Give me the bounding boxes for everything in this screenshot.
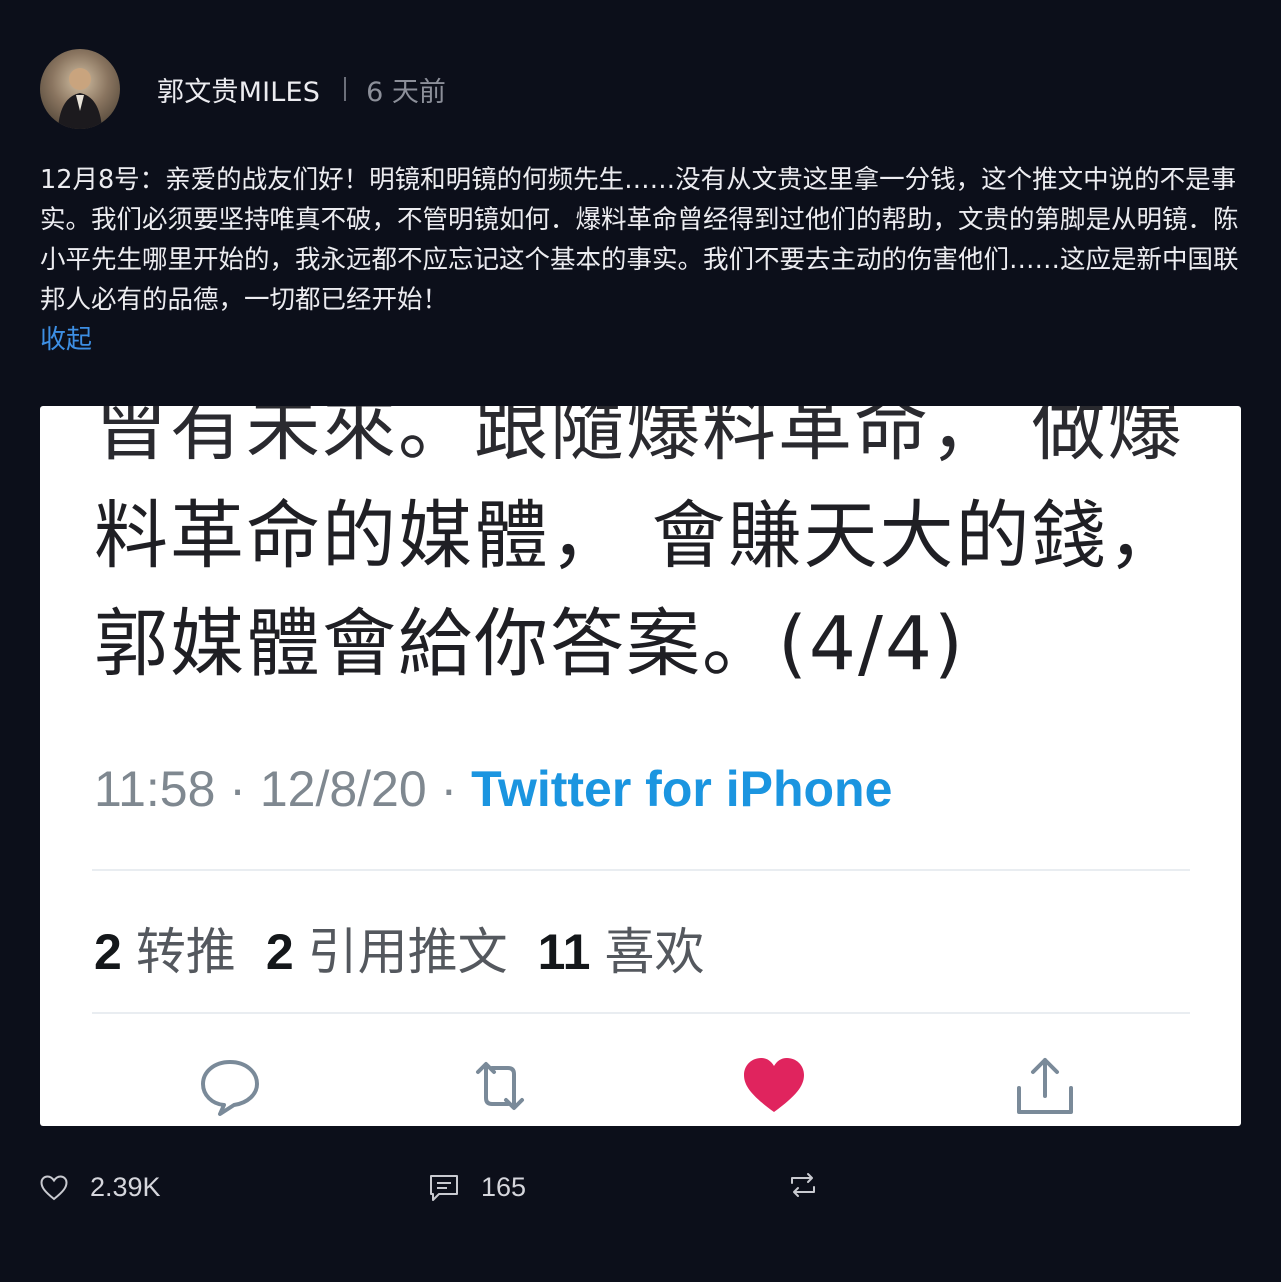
- post-image[interactable]: 曾有未來。跟隨爆料革命， 做爆 料革命的媒體， 會賺天大的錢， 郭媒體會給你答案…: [40, 406, 1241, 1126]
- avatar[interactable]: [40, 49, 120, 129]
- post-time: 6 天前: [366, 76, 446, 108]
- retweets-count: 2: [94, 924, 122, 980]
- heart-outline-icon: [40, 1174, 68, 1200]
- avatar-portrait-icon: [58, 68, 102, 129]
- tweet-source: Twitter for iPhone: [471, 761, 893, 817]
- post-footer: 2.39K 165: [0, 1160, 1281, 1220]
- likes-label: 喜欢: [604, 924, 705, 980]
- post-header: 郭文贵MILES 6 天前: [40, 49, 446, 129]
- tweet-meta: 11:58 · 12/8/20 · Twitter for iPhone: [94, 760, 892, 818]
- quotes-count: 2: [265, 924, 294, 980]
- tweet-stats: 2 转推 2 引用推文 11 喜欢: [94, 912, 704, 984]
- heart-icon: [744, 1058, 804, 1112]
- share-icon: [1017, 1058, 1073, 1114]
- tweet-actions: [40, 1050, 1241, 1126]
- retweet-icon: [476, 1062, 524, 1110]
- comment-button[interactable]: 165: [429, 1172, 526, 1203]
- repost-icon: [791, 1173, 815, 1197]
- author-name[interactable]: 郭文贵MILES: [157, 70, 320, 109]
- tweet-text-line: 曾有未來。跟隨爆料革命， 做爆: [94, 406, 1184, 471]
- likes-count: 11: [537, 924, 591, 980]
- quotes-label: 引用推文: [307, 924, 508, 980]
- collapse-link[interactable]: 收起: [40, 320, 1240, 360]
- retweets-label: 转推: [135, 924, 236, 980]
- tweet-text-line: 料革命的媒體， 會賺天大的錢，: [94, 493, 1184, 579]
- post-text-block: 12月8号：亲爱的战友们好！明镜和明镜的何频先生……没有从文贵这里拿一分钱，这个…: [40, 160, 1240, 360]
- like-button[interactable]: 2.39K: [40, 1172, 161, 1203]
- post-text: 12月8号：亲爱的战友们好！明镜和明镜的何频先生……没有从文贵这里拿一分钱，这个…: [40, 165, 1239, 315]
- divider: [92, 869, 1190, 871]
- header-separator: [344, 77, 347, 101]
- repost-button[interactable]: [788, 1172, 818, 1198]
- tweet-timestamp: 11:58 · 12/8/20 ·: [94, 761, 472, 817]
- reply-icon: [201, 1060, 259, 1116]
- tweet-text-line: 郭媒體會給你答案。(4/4): [94, 601, 965, 687]
- divider: [92, 1012, 1190, 1014]
- like-count: 2.39K: [90, 1172, 161, 1202]
- post-card: 郭文贵MILES 6 天前 12月8号：亲爱的战友们好！明镜和明镜的何频先生………: [0, 0, 1281, 1282]
- comment-icon: [430, 1174, 458, 1201]
- comment-count: 165: [481, 1172, 527, 1202]
